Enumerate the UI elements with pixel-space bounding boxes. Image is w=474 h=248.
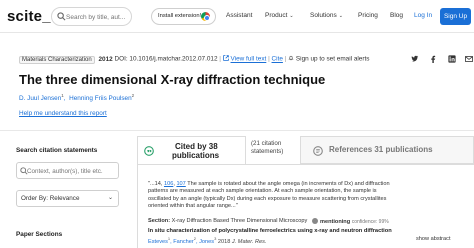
author-link[interactable]: Fancher xyxy=(173,239,194,245)
mentioning-icon xyxy=(312,218,318,224)
citing-paper-title[interactable]: In situ characterization of polycrystall… xyxy=(148,228,392,234)
view-full-text-link[interactable]: View full text xyxy=(231,56,267,63)
chrome-icon xyxy=(201,12,210,21)
bell-icon xyxy=(288,55,294,61)
show-abstract-button[interactable]: show abstract xyxy=(416,236,451,242)
email-alerts-link[interactable]: Sign up to set email alerts xyxy=(296,56,370,63)
citation-statements-line1: (21 citation xyxy=(251,140,282,147)
references-label: References 31 publications xyxy=(329,145,433,154)
chevron-down-icon: ⌄ xyxy=(338,13,343,19)
paper-sections-heading: Paper Sections xyxy=(16,231,63,238)
install-extension-label: Install extension! xyxy=(158,13,202,19)
search-citation-statements-heading: Search citation statements xyxy=(16,147,98,154)
section-value: X-ray Diffraction Based Three Dimensiona… xyxy=(171,218,308,224)
order-by-value: Order By: Relevance xyxy=(21,195,80,202)
show-abstract-label: show abstract xyxy=(416,236,451,242)
citing-year: 2018 xyxy=(217,238,231,245)
global-search-input[interactable] xyxy=(66,10,130,24)
section-divider xyxy=(0,130,474,131)
nav-pricing[interactable]: Pricing xyxy=(358,12,378,19)
citing-journal: J. Mater. Res. xyxy=(231,238,267,245)
meta-separator: | xyxy=(268,55,270,63)
meta-separator: | xyxy=(284,55,287,63)
install-extension-button[interactable]: Install extension! xyxy=(151,8,216,25)
citation-search-box[interactable] xyxy=(16,162,119,179)
excerpt-text: The sample is rotated about the angle om… xyxy=(185,181,390,187)
linkedin-icon[interactable] xyxy=(448,55,456,63)
reference-marker[interactable]: 107 xyxy=(176,181,185,187)
nav-pricing-label: Pricing xyxy=(358,12,378,19)
author-link[interactable]: Henning Friis Poulsen xyxy=(69,95,132,102)
author-link[interactable]: Jones xyxy=(199,239,214,245)
excerpt-line: oriented within that angular range..." xyxy=(148,202,238,209)
nav-product-label: Product xyxy=(265,12,288,19)
affiliation-marker: 2 xyxy=(131,93,135,98)
search-icon xyxy=(57,12,66,21)
chevron-down-icon: ⌄ xyxy=(289,13,294,19)
author-list: D. Juul Jensen1, Henning Friis Poulsen2 xyxy=(19,93,135,103)
nav-assistant-label: Assistant xyxy=(226,12,253,19)
chevron-down-icon: ⌄ xyxy=(107,195,113,201)
nav-blog[interactable]: Blog xyxy=(390,12,403,19)
reference-marker[interactable]: 106 xyxy=(164,181,173,187)
paper-doi: DOI: 10.1016/j.matchar.2012.07.012 xyxy=(114,55,218,63)
cited-by-count: Cited by 38 xyxy=(175,142,218,151)
global-search-box[interactable] xyxy=(51,7,132,26)
publication-year: 2012 xyxy=(98,55,113,63)
tab-references[interactable]: References 31 publications xyxy=(300,136,474,164)
tab-cited-by[interactable]: Cited by 38 publications xyxy=(137,136,246,164)
paper-meta-bar: Materials Characterization 2012 DOI: 10.… xyxy=(19,55,474,64)
section-label: Section: xyxy=(148,218,171,224)
order-by-select[interactable]: Order By: Relevance ⌄ xyxy=(16,190,119,207)
scite-logo[interactable]: scite_ xyxy=(7,8,51,25)
affiliation-marker: 1 xyxy=(61,93,64,98)
nav-solutions-label: Solutions xyxy=(310,12,337,19)
citation-search-input[interactable] xyxy=(27,165,115,177)
confidence-value: confidence: 99% xyxy=(351,219,389,225)
facebook-icon[interactable] xyxy=(429,55,437,63)
citation-section: Section: X-ray Diffraction Based Three D… xyxy=(148,218,307,224)
excerpt-line: oscillated by an angle (typically Dx) du… xyxy=(148,195,387,202)
citation-statements-count: (21 citation statements) xyxy=(251,140,283,156)
excerpt-line: "...14, 106, 107 The sample is rotated a… xyxy=(148,181,448,188)
references-icon xyxy=(313,146,323,156)
quote-bubble-icon xyxy=(144,146,154,156)
excerpt-line: patterns are measured at each sample ori… xyxy=(148,188,377,195)
twitter-icon[interactable] xyxy=(411,55,419,63)
help-understand-report-link[interactable]: Help me understand this report xyxy=(19,110,107,117)
author-link[interactable]: Esteves xyxy=(148,239,168,245)
login-link[interactable]: Log In xyxy=(414,12,432,19)
cite-link[interactable]: Cite xyxy=(272,56,283,63)
nav-product[interactable]: Product ⌄ xyxy=(265,12,294,19)
excerpt-prefix: "...14, xyxy=(148,181,164,187)
signup-button[interactable]: Sign Up xyxy=(440,8,471,25)
mentioning-label: mentioning xyxy=(320,219,351,225)
cited-by-unit: publications xyxy=(172,151,220,160)
paper-title: The three dimensional X-ray diffraction … xyxy=(19,72,326,87)
journal-badge[interactable]: Materials Characterization xyxy=(19,55,95,64)
nav-solutions[interactable]: Solutions ⌄ xyxy=(310,12,343,19)
author-link[interactable]: D. Juul Jensen xyxy=(19,95,61,102)
external-link-icon xyxy=(222,55,229,61)
citation-statements-line2: statements) xyxy=(251,148,284,155)
citation-excerpt: "...14, 106, 107 The sample is rotated a… xyxy=(148,181,448,210)
affiliation-marker: 3 xyxy=(214,236,217,241)
meta-separator: | xyxy=(219,55,221,63)
nav-assistant[interactable]: Assistant xyxy=(226,12,252,19)
affiliation-marker: 1 xyxy=(167,236,171,241)
affiliation-marker: 2 xyxy=(193,236,197,241)
citing-paper-authors: Esteves1, Fancher2, Jones3 2018 J. Mater… xyxy=(148,236,267,245)
nav-blog-label: Blog xyxy=(390,12,404,19)
email-share-icon[interactable] xyxy=(465,55,473,63)
classification-badge: mentioning confidence: 99% xyxy=(312,218,389,225)
top-navigation-bar: scite_ Install extension! Assistant Prod… xyxy=(0,0,474,33)
